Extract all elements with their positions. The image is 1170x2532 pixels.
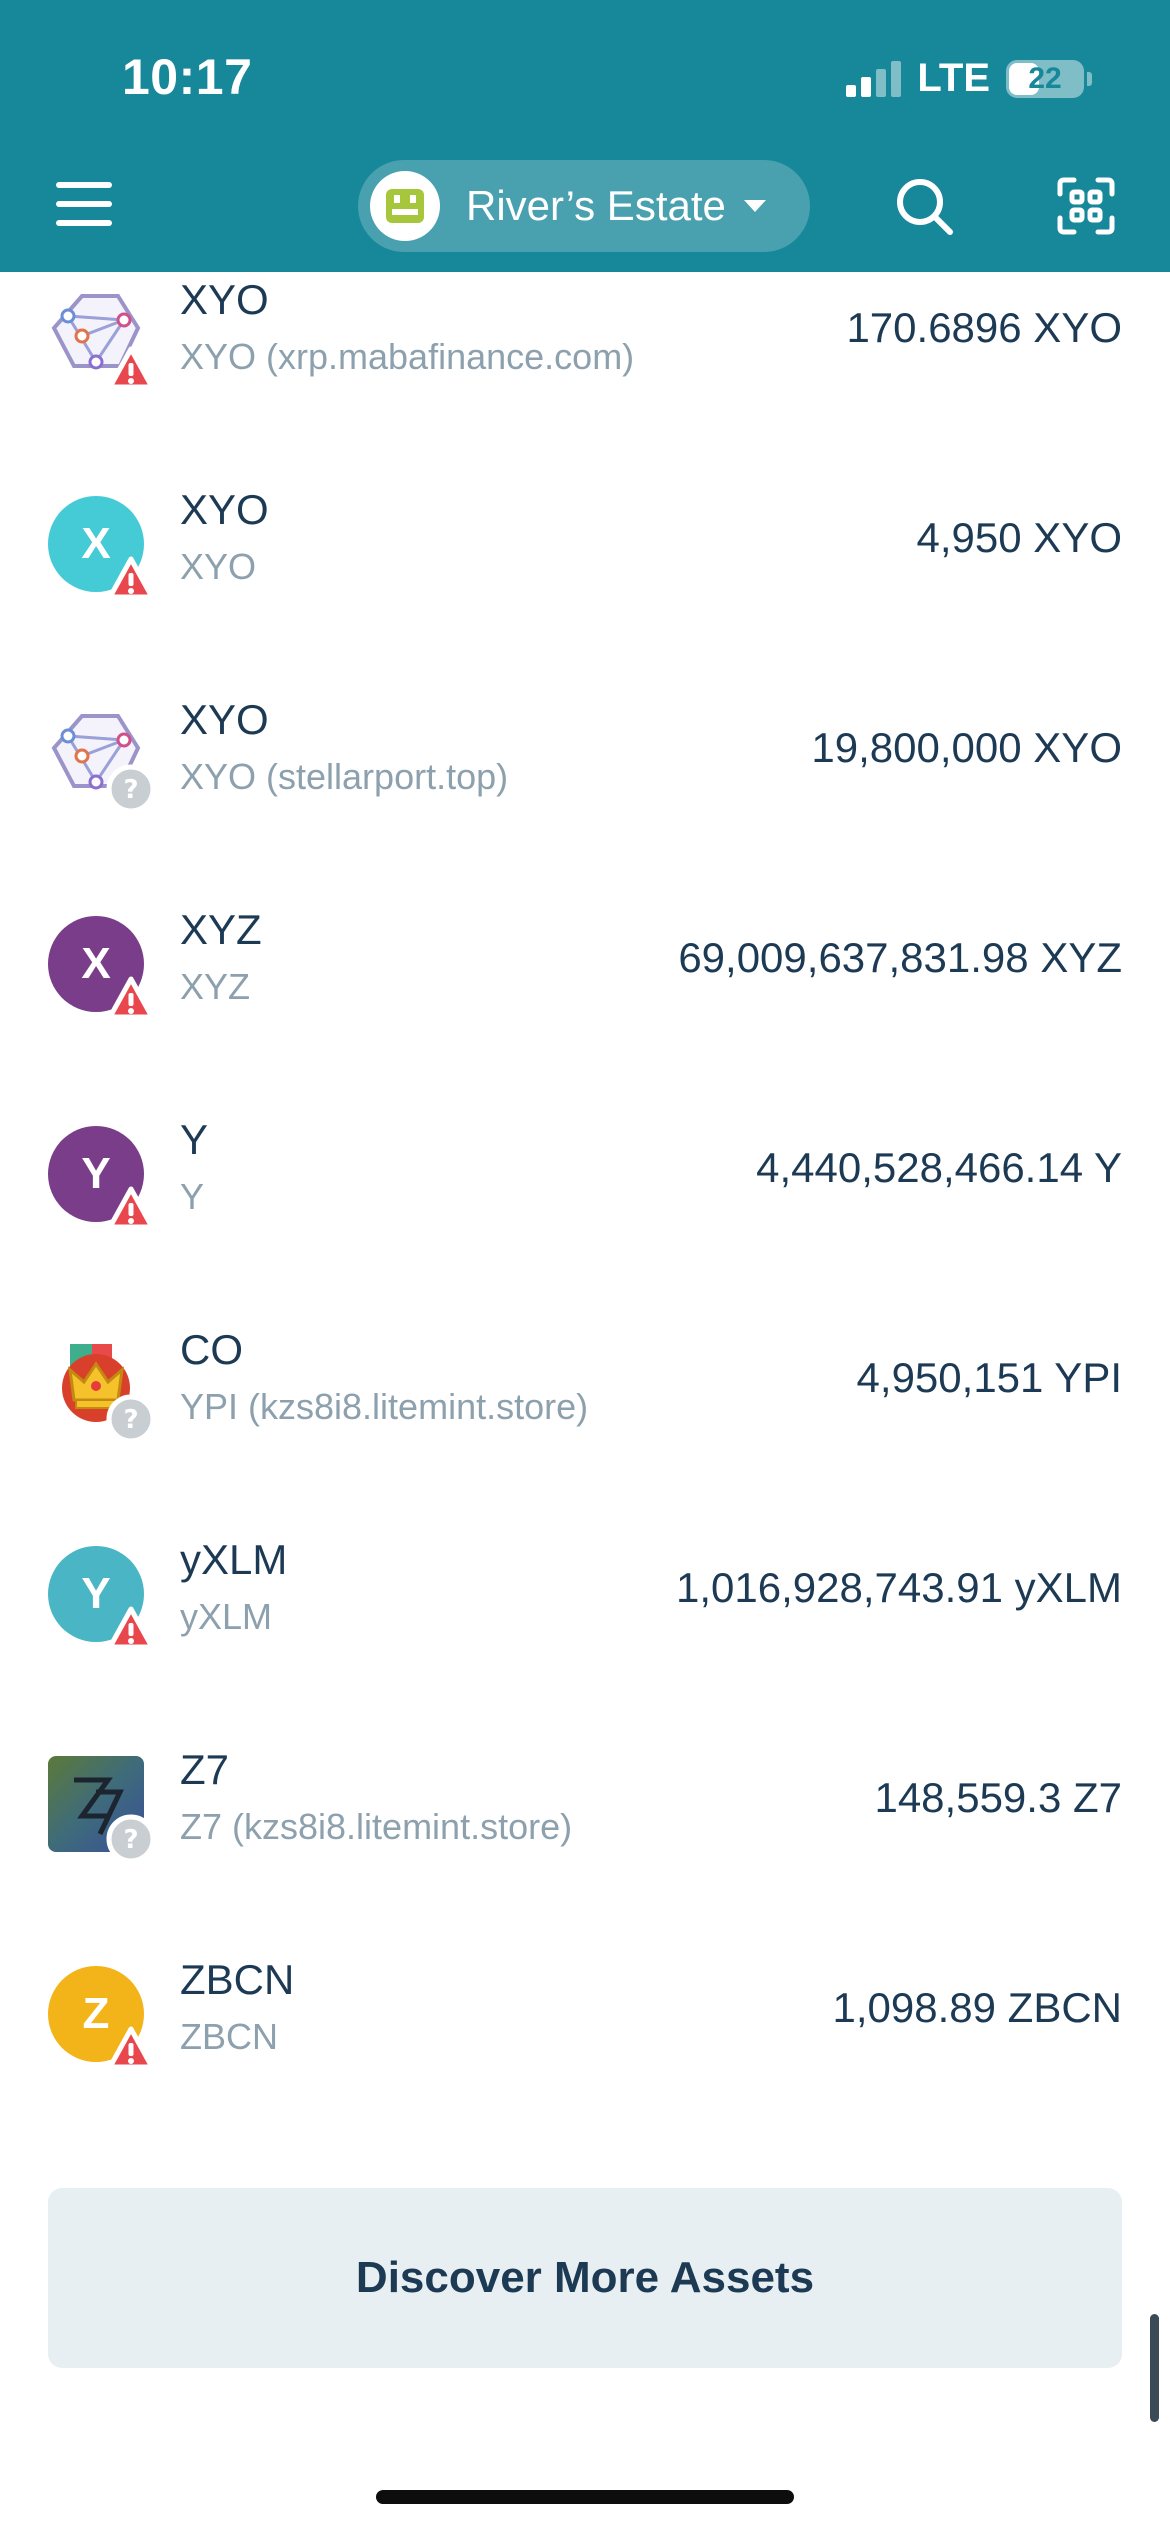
asset-balance: 4,950 XYO	[916, 514, 1122, 561]
asset-balance: 148,559.3 Z7	[874, 1774, 1122, 1821]
asset-name: Y	[180, 1116, 209, 1163]
asset-name: Z7	[180, 1746, 230, 1793]
battery-icon: 22	[1006, 59, 1092, 98]
svg-text:?: ?	[123, 1405, 138, 1435]
status-time: 10:17	[122, 49, 253, 105]
asset-balance: 19,800,000 XYO	[811, 724, 1122, 771]
asset-balance: 4,440,528,466.14 Y	[756, 1144, 1122, 1191]
asset-name: CO	[180, 1326, 243, 1373]
asset-name: ZBCN	[180, 1956, 295, 2003]
asset-name: yXLM	[180, 1536, 288, 1583]
network-label: LTE	[917, 56, 990, 100]
scrollbar[interactable]	[1150, 2314, 1159, 2422]
asset-issuer: Y	[180, 1176, 205, 1217]
svg-text:?: ?	[123, 1825, 138, 1855]
asset-issuer: XYO (xrp.mabafinance.com)	[180, 336, 635, 377]
asset-balance: 69,009,637,831.98 XYZ	[678, 934, 1122, 981]
asset-name: XYO	[180, 276, 269, 323]
xyo-network-icon: ?	[48, 706, 156, 814]
asset-row[interactable]: ? XYO XYO (stellarport.top) 19,800,000 XYO	[0, 596, 1170, 814]
asset-balance: 1,098.89 ZBCN	[832, 1984, 1123, 2031]
asset-row[interactable]: Z ZBCN ZBCN 1,098.89 ZBCN	[0, 1856, 1170, 2070]
letter-x-icon: X	[48, 496, 155, 600]
asset-issuer: XYO (stellarport.top)	[180, 756, 509, 797]
status-indicators: LTE 22	[846, 56, 1092, 101]
asset-name: XYZ	[180, 906, 262, 953]
letter-x-icon: X	[48, 916, 155, 1020]
letter-z-icon: Z	[48, 1966, 155, 2070]
battery-level: 22	[1028, 61, 1062, 95]
xyo-network-icon	[48, 286, 155, 390]
z7-logo-icon: ?	[48, 1756, 156, 1864]
home-indicator[interactable]	[376, 2490, 794, 2504]
asset-issuer: XYO	[180, 546, 257, 587]
asset-row[interactable]: ? Z7 Z7 (kzs8i8.litemint.store) 148,559.3 Z…	[0, 1646, 1170, 1864]
asset-row[interactable]: XYO XYO (xrp.mabafinance.com) 170.6896 XYO	[0, 176, 1170, 390]
asset-row[interactable]: YyXLM yXLM 1,016,928,743.91 yXLM	[0, 1436, 1170, 1650]
asset-name: XYO	[180, 696, 269, 743]
asset-balance: 4,950,151 YPI	[856, 1354, 1122, 1401]
asset-issuer: YPI (kzs8i8.litemint.store)	[180, 1386, 589, 1427]
asset-row[interactable]: X XYZ XYZ 69,009,637,831.98 XYZ	[0, 806, 1170, 1020]
asset-name: XYO	[180, 486, 269, 533]
asset-issuer: ZBCN	[180, 2016, 278, 2057]
asset-row[interactable]: ? CO YPI (kzs8i8.litemint.store) 4,950,151 …	[0, 1226, 1170, 1444]
discover-more-assets-button[interactable]: Discover More Assets	[48, 2188, 1122, 2368]
svg-text:?: ?	[123, 775, 138, 805]
warning-icon	[106, 2024, 156, 2074]
asset-issuer: XYZ	[180, 966, 251, 1007]
asset-balance: 170.6896 XYO	[846, 304, 1122, 351]
letter-y-icon: Y	[48, 1546, 155, 1650]
asset-issuer: yXLM	[180, 1596, 273, 1637]
asset-row[interactable]: X XYO XYO 4,950 XYO	[0, 386, 1170, 600]
asset-issuer: Z7 (kzs8i8.litemint.store)	[180, 1806, 573, 1847]
asset-row[interactable]: Y Y Y 4,440,528,466.14 Y	[0, 1016, 1170, 1230]
crown-icon: ?	[48, 1336, 156, 1444]
asset-balance: 1,016,928,743.91 yXLM	[675, 1564, 1122, 1611]
signal-icon	[846, 60, 902, 97]
letter-y-icon: Y	[48, 1126, 155, 1230]
